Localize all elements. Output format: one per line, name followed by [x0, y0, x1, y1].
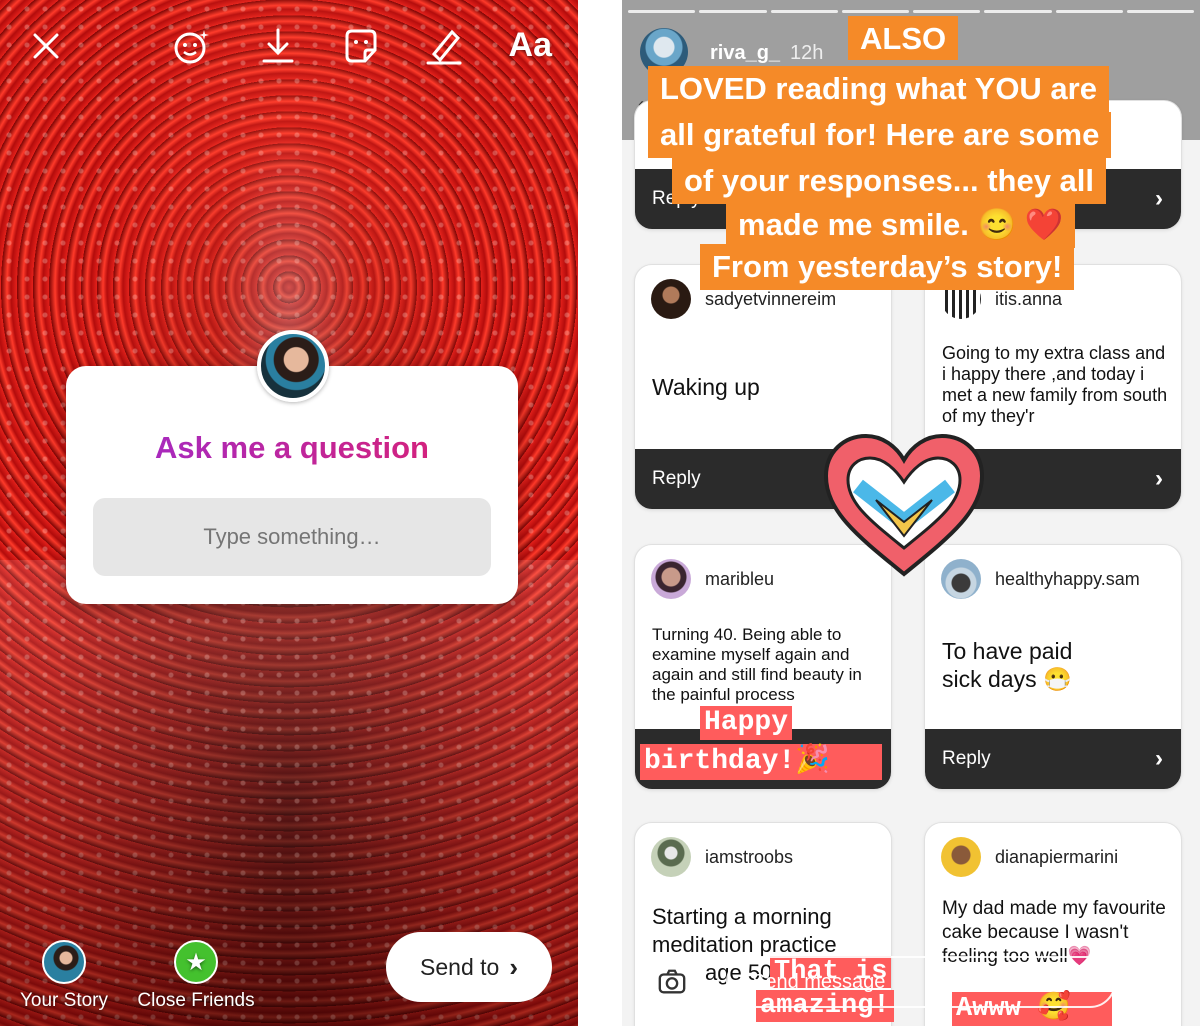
banner-line: From yesterday’s story! [700, 244, 1075, 290]
send-message-input[interactable] [726, 956, 1116, 1008]
response-text: To have paid sick days 😷 [942, 638, 1073, 692]
avatar [941, 837, 981, 877]
sticker-text: Happy [700, 706, 793, 740]
response-text: Turning 40. Being able to examine myself… [652, 625, 862, 704]
response-username: iamstroobs [705, 846, 794, 867]
send-to-button[interactable]: Send to › [386, 932, 552, 1002]
avatar [651, 559, 691, 599]
response-text: Waking up [652, 374, 760, 400]
your-story-avatar [42, 940, 86, 984]
close-button[interactable] [22, 22, 70, 70]
face-effects-button[interactable] [168, 22, 216, 70]
chevron-right-icon: › [1155, 185, 1163, 212]
response-username: healthyhappy.sam [995, 568, 1140, 589]
face-effects-icon [174, 30, 209, 64]
story-viewer-panel: riva_g_ 12h ‹ Reply › sadyetvinnereim Wa… [622, 0, 1200, 1026]
more-options-icon[interactable]: ⋮ [1142, 951, 1172, 1004]
banner-line: of your responses... they all [672, 158, 1107, 204]
your-story-label: Your Story [19, 990, 108, 1011]
download-icon [262, 28, 294, 63]
star-icon: ★ [174, 940, 218, 984]
response-text: Going to my extra class and i happy ther… [942, 343, 1168, 426]
send-to-label: Send to [420, 953, 500, 980]
avatar [651, 837, 691, 877]
question-answer-input[interactable] [93, 498, 491, 576]
text-tool-button[interactable]: Aa [509, 26, 552, 65]
response-username: itis.anna [995, 288, 1063, 309]
banner-line: all grateful for! Here are some [648, 112, 1112, 158]
story-reply-bar: ⋮ [622, 930, 1200, 1026]
story-timestamp: 12h [790, 42, 824, 64]
avatar [651, 279, 691, 319]
close-friends-label: Close Friends [137, 990, 255, 1011]
heart-sticker [823, 433, 985, 577]
reply-bar[interactable]: Reply › [925, 729, 1181, 789]
pen-icon [426, 29, 462, 65]
banner-line: LOVED reading what YOU are [648, 66, 1109, 112]
response-username: sadyetvinnereim [705, 288, 837, 309]
banner-line: made me smile. 😊 ❤️ [726, 202, 1076, 248]
composer-toolbar: Aa [0, 0, 578, 90]
sticker-icon [345, 29, 377, 63]
sticker-text: birthday!🎉 [640, 744, 882, 780]
reply-label: Reply [942, 748, 991, 769]
story-author-username[interactable]: riva_g_ [710, 42, 780, 65]
camera-icon [658, 969, 686, 994]
download-button[interactable] [254, 22, 302, 70]
chevron-right-icon: › [1155, 465, 1163, 492]
question-sticker-avatar [257, 330, 329, 402]
response-card: healthyhappy.sam To have paid sick days … [924, 544, 1182, 790]
share-your-story-button[interactable]: Your Story [16, 940, 112, 1012]
reply-label: Reply [652, 468, 701, 489]
draw-button[interactable] [420, 22, 468, 70]
story-progress-bar [628, 10, 1194, 13]
response-username: dianapiermarini [995, 846, 1119, 867]
chevron-right-icon: › [1155, 745, 1163, 772]
sticker-button[interactable] [337, 22, 385, 70]
chevron-right-icon: › [509, 951, 518, 982]
close-icon [33, 33, 59, 59]
story-composer-panel: Aa Ask me a question Your Story ★ Close … [0, 0, 578, 1026]
question-sticker-title: Ask me a question [66, 430, 518, 466]
share-close-friends-button[interactable]: ★ Close Friends [136, 940, 256, 1012]
banner-line: ALSO [848, 16, 959, 60]
response-username: maribleu [705, 568, 775, 589]
camera-button[interactable] [644, 954, 700, 1010]
